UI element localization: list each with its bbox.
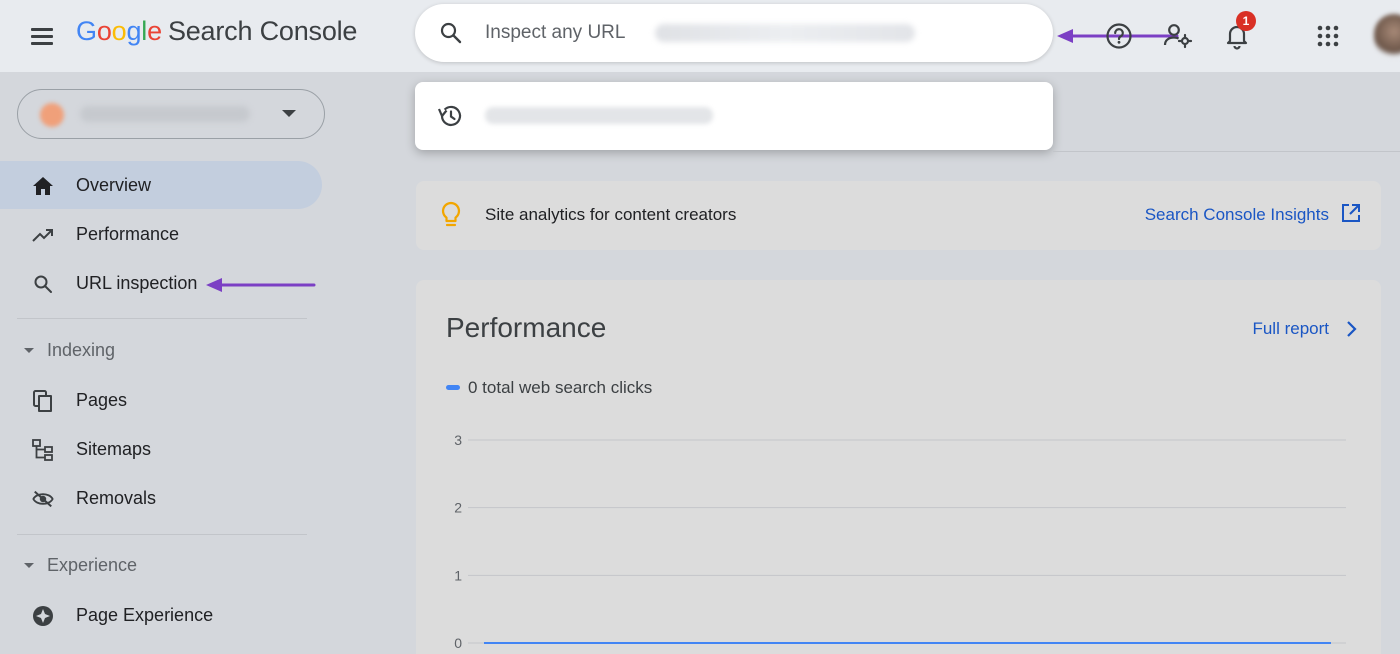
y-tick-label: 2 bbox=[454, 500, 462, 516]
dropdown-caret-icon bbox=[282, 110, 296, 117]
y-tick-label: 0 bbox=[454, 635, 462, 651]
property-favicon bbox=[40, 103, 64, 127]
lightbulb-icon bbox=[440, 201, 462, 234]
sidebar-item-sitemaps[interactable]: Sitemaps bbox=[0, 425, 322, 473]
performance-card: Performance Full report 0 total web sear… bbox=[416, 280, 1381, 654]
sidebar-item-label: Performance bbox=[76, 224, 180, 244]
sidebar-item-performance[interactable]: Performance bbox=[0, 210, 322, 258]
divider bbox=[17, 318, 307, 319]
property-selector[interactable] bbox=[17, 89, 325, 139]
search-icon bbox=[32, 273, 54, 295]
legend-swatch bbox=[446, 385, 460, 390]
section-label: Indexing bbox=[47, 340, 116, 360]
divider bbox=[1053, 151, 1400, 152]
app-logo[interactable]: Google Search Console bbox=[76, 16, 357, 47]
history-icon bbox=[437, 104, 463, 133]
legend-label: 0 total web search clicks bbox=[468, 378, 653, 397]
sitemap-icon bbox=[32, 439, 54, 461]
sidebar-item-pages[interactable]: Pages bbox=[0, 376, 322, 424]
sidebar-item-label: URL inspection bbox=[76, 273, 198, 293]
logo-product-name: Search Console bbox=[167, 16, 358, 46]
divider bbox=[17, 534, 307, 535]
search-input[interactable] bbox=[485, 18, 1005, 48]
sidebar-item-label: Page Experience bbox=[76, 605, 214, 625]
sidebar-item-overview[interactable]: Overview bbox=[0, 161, 322, 209]
search-console-insights-link[interactable]: Search Console Insights bbox=[1145, 205, 1329, 225]
search-history-dropdown bbox=[415, 82, 1053, 150]
collapse-caret-icon bbox=[24, 348, 34, 353]
collapse-caret-icon bbox=[24, 563, 34, 568]
logo-letter: o bbox=[111, 16, 127, 46]
top-app-bar: GoogleSearch Console 1 bbox=[0, 0, 1400, 72]
trending-up-icon bbox=[32, 224, 54, 246]
logo-letter: e bbox=[147, 16, 162, 46]
sidebar-item-label: Sitemaps bbox=[76, 439, 152, 459]
blurred-property-name bbox=[80, 106, 250, 122]
insights-text: Site analytics for content creators bbox=[485, 205, 737, 224]
sidebar-item-label: Pages bbox=[76, 390, 128, 410]
chevron-right-icon[interactable] bbox=[1345, 320, 1357, 343]
history-suggestion-item[interactable] bbox=[415, 82, 1053, 150]
sidebar-item-label: Overview bbox=[76, 175, 152, 195]
removals-icon bbox=[32, 488, 54, 510]
card-title: Performance bbox=[446, 312, 607, 343]
y-tick-label: 1 bbox=[454, 567, 462, 583]
apps-grid-icon[interactable] bbox=[1309, 17, 1347, 55]
sidebar-item-label: Removals bbox=[76, 488, 157, 508]
full-report-link[interactable]: Full report bbox=[1252, 319, 1329, 339]
logo-letter: g bbox=[126, 16, 142, 46]
manage-users-icon[interactable] bbox=[1159, 17, 1197, 55]
page-experience-icon bbox=[32, 605, 54, 627]
help-icon[interactable] bbox=[1100, 17, 1138, 55]
sidebar-item-removals[interactable]: Removals bbox=[0, 474, 322, 522]
logo-letter: G bbox=[76, 16, 97, 46]
annotation-arrow bbox=[204, 276, 318, 299]
logo-letter: o bbox=[96, 16, 112, 46]
section-label: Experience bbox=[47, 555, 138, 575]
pages-icon bbox=[32, 390, 54, 412]
insights-banner: Site analytics for content creators Sear… bbox=[416, 181, 1381, 250]
search-icon bbox=[439, 21, 463, 50]
y-tick-label: 3 bbox=[454, 432, 462, 448]
blurred-history-url bbox=[485, 107, 713, 124]
open-in-new-icon[interactable] bbox=[1341, 203, 1361, 228]
home-icon bbox=[32, 175, 54, 197]
url-inspect-search[interactable] bbox=[415, 4, 1179, 62]
menu-icon[interactable] bbox=[28, 22, 56, 50]
account-avatar[interactable] bbox=[1374, 14, 1400, 58]
notification-badge: 1 bbox=[1236, 11, 1256, 31]
sidebar-item-page-experience[interactable]: Page Experience bbox=[0, 591, 322, 639]
performance-chart: 3 2 1 0 bbox=[454, 432, 1346, 651]
